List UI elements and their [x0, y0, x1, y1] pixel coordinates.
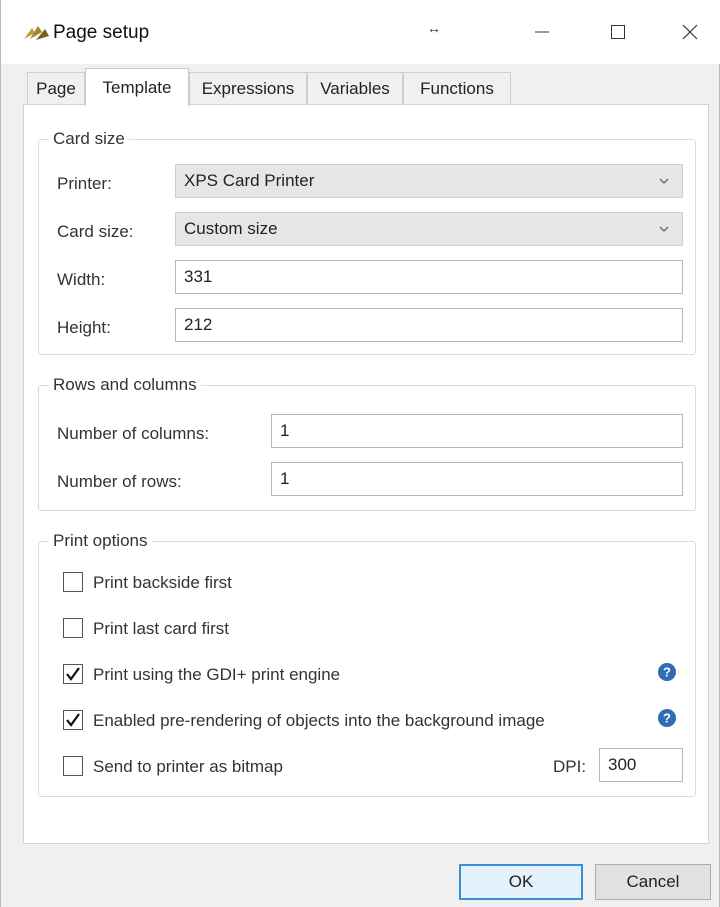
print-backside-first-label[interactable]: Print backside first: [93, 573, 232, 593]
print-options-group: Print options Print backside first Print…: [38, 531, 696, 797]
maximize-button[interactable]: [595, 12, 641, 52]
pre-rendering-label[interactable]: Enabled pre-rendering of objects into th…: [93, 711, 545, 731]
checkmark-icon: [66, 667, 80, 681]
gdi-print-engine-label[interactable]: Print using the GDI+ print engine: [93, 665, 340, 685]
maximize-icon: [611, 25, 625, 39]
cancel-button[interactable]: Cancel: [595, 864, 711, 900]
tab-functions[interactable]: Functions: [403, 72, 511, 104]
number-of-rows-input[interactable]: 1: [271, 462, 683, 496]
tab-page[interactable]: Page: [27, 72, 85, 104]
gdi-print-engine-checkbox[interactable]: [63, 664, 83, 684]
rows-and-columns-group: Rows and columns Number of columns: 1 Nu…: [38, 375, 696, 511]
card-size-group: Card size Printer: XPS Card Printer Card…: [38, 129, 696, 355]
send-as-bitmap-checkbox[interactable]: [63, 756, 83, 776]
app-icon: [24, 26, 49, 40]
resize-arrows-icon: ↔: [427, 20, 441, 36]
card-size-label: Card size:: [57, 222, 134, 241]
width-input[interactable]: 331: [175, 260, 683, 294]
card-size-select-value: Custom size: [184, 219, 278, 238]
card-size-group-label: Card size: [49, 129, 129, 149]
help-icon[interactable]: ?: [657, 662, 677, 682]
printer-select-value: XPS Card Printer: [184, 171, 315, 190]
template-tab-panel: Card size Printer: XPS Card Printer Card…: [23, 104, 709, 844]
number-of-columns-input[interactable]: 1: [271, 414, 683, 448]
help-icon[interactable]: ?: [657, 708, 677, 728]
dpi-label: DPI:: [553, 757, 587, 776]
rows-and-columns-group-label: Rows and columns: [49, 375, 201, 395]
svg-text:?: ?: [663, 665, 671, 680]
minimize-icon: [535, 31, 549, 33]
print-options-group-label: Print options: [49, 531, 152, 551]
printer-select[interactable]: XPS Card Printer: [175, 164, 683, 198]
number-of-columns-label: Number of columns:: [57, 424, 210, 443]
height-label: Height:: [57, 318, 111, 337]
card-size-select[interactable]: Custom size: [175, 212, 683, 246]
tab-template[interactable]: Template: [85, 68, 189, 106]
tab-variables[interactable]: Variables: [307, 72, 403, 104]
minimize-button[interactable]: [519, 12, 565, 52]
print-last-card-first-checkbox[interactable]: [63, 618, 83, 638]
printer-label: Printer:: [57, 174, 112, 193]
page-setup-dialog: Page setup ↔ Page Template Expressions V…: [0, 0, 720, 907]
print-last-card-first-label[interactable]: Print last card first: [93, 619, 229, 639]
pre-rendering-checkbox[interactable]: [63, 710, 83, 730]
number-of-rows-label: Number of rows:: [57, 472, 182, 491]
height-input[interactable]: 212: [175, 308, 683, 342]
tab-expressions[interactable]: Expressions: [189, 72, 307, 104]
svg-text:?: ?: [663, 711, 671, 726]
send-as-bitmap-label[interactable]: Send to printer as bitmap: [93, 757, 283, 777]
chevron-down-icon: [659, 226, 669, 232]
print-backside-first-checkbox[interactable]: [63, 572, 83, 592]
close-button[interactable]: [667, 12, 713, 52]
width-label: Width:: [57, 270, 106, 289]
checkmark-icon: [66, 713, 80, 727]
title-bar[interactable]: Page setup ↔: [1, 0, 720, 64]
window-title: Page setup: [53, 22, 150, 43]
close-icon: [682, 24, 698, 40]
dpi-input[interactable]: 300: [599, 748, 683, 782]
ok-button[interactable]: OK: [459, 864, 583, 900]
chevron-down-icon: [659, 178, 669, 184]
